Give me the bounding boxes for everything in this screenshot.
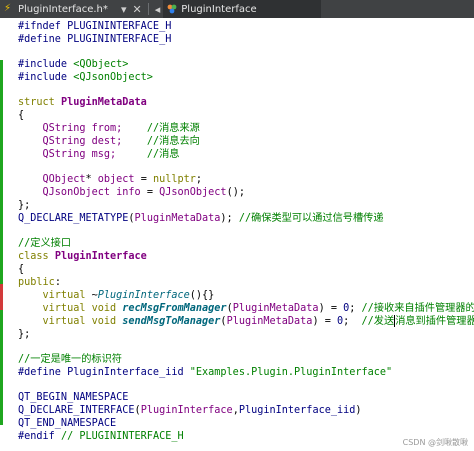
- code-line: QString msg; //消息: [18, 149, 180, 160]
- code-editor[interactable]: #ifndef PLUGININTERFACE_H #define PLUGIN…: [0, 18, 474, 451]
- close-icon[interactable]: ✕: [130, 3, 145, 16]
- code-line: class PluginInterface: [18, 251, 147, 262]
- class-symbol-icon: [167, 4, 177, 14]
- error-marker: [0, 284, 3, 310]
- watermark: CSDN @剑啾散啾: [402, 438, 468, 447]
- modified-marker: [0, 60, 3, 290]
- code-line: };: [18, 329, 31, 340]
- code-line: {: [18, 110, 25, 121]
- tab-dropdown-icon[interactable]: ▾: [118, 3, 130, 16]
- code-line: struct PluginMetaData: [18, 97, 147, 108]
- code-line: QObject* object = nullptr;: [18, 174, 203, 185]
- modified-marker-2: [0, 310, 3, 425]
- code-line: QString dest; //消息去向: [18, 136, 200, 147]
- file-tab[interactable]: ⚡ PluginInterface.h*: [0, 0, 118, 18]
- code-line: QJsonObject info = QJsonObject();: [18, 187, 245, 198]
- code-line: QT_BEGIN_NAMESPACE: [18, 392, 129, 403]
- code-line: Q_DECLARE_METATYPE(PluginMetaData); //确保…: [18, 213, 384, 224]
- code-line: virtual void sendMsgToManager(PluginMeta…: [18, 315, 474, 327]
- code-line: QT_END_NAMESPACE: [18, 418, 117, 429]
- code-line: public:: [18, 277, 61, 288]
- code-line: #ifndef PLUGININTERFACE_H: [18, 21, 172, 32]
- code-line: #define PluginInterface_iid "Examples.Pl…: [18, 367, 393, 378]
- code-line: virtual void recMsgFromManager(PluginMet…: [18, 303, 474, 314]
- code-line: {: [18, 264, 25, 275]
- tab-separator: [147, 3, 149, 15]
- code-line: #include <QObject>: [18, 59, 129, 70]
- code-line: QString from; //消息来源: [18, 123, 200, 134]
- code-line: #define PLUGININTERFACE_H: [18, 34, 172, 45]
- code-line: };: [18, 200, 31, 211]
- code-line: //定义接口: [18, 238, 72, 249]
- header-file-icon: ⚡: [4, 3, 12, 14]
- code-line: virtual ~PluginInterface(){}: [18, 290, 215, 301]
- editor-tab-bar: ⚡ PluginInterface.h* ▾ ✕ ◂ PluginInterfa…: [0, 0, 474, 18]
- code-line: #endif // PLUGININTERFACE_H: [18, 431, 184, 442]
- code-line: #include <QJsonObject>: [18, 72, 153, 83]
- code-line: //一定是唯一的标识符: [18, 354, 122, 365]
- symbol-back-icon[interactable]: ◂: [152, 3, 164, 16]
- file-tab-label: PluginInterface.h*: [18, 3, 108, 15]
- symbol-tab-label: PluginInterface: [181, 3, 257, 15]
- code-line: Q_DECLARE_INTERFACE(PluginInterface,Plug…: [18, 405, 362, 416]
- symbol-tab[interactable]: PluginInterface: [163, 0, 322, 18]
